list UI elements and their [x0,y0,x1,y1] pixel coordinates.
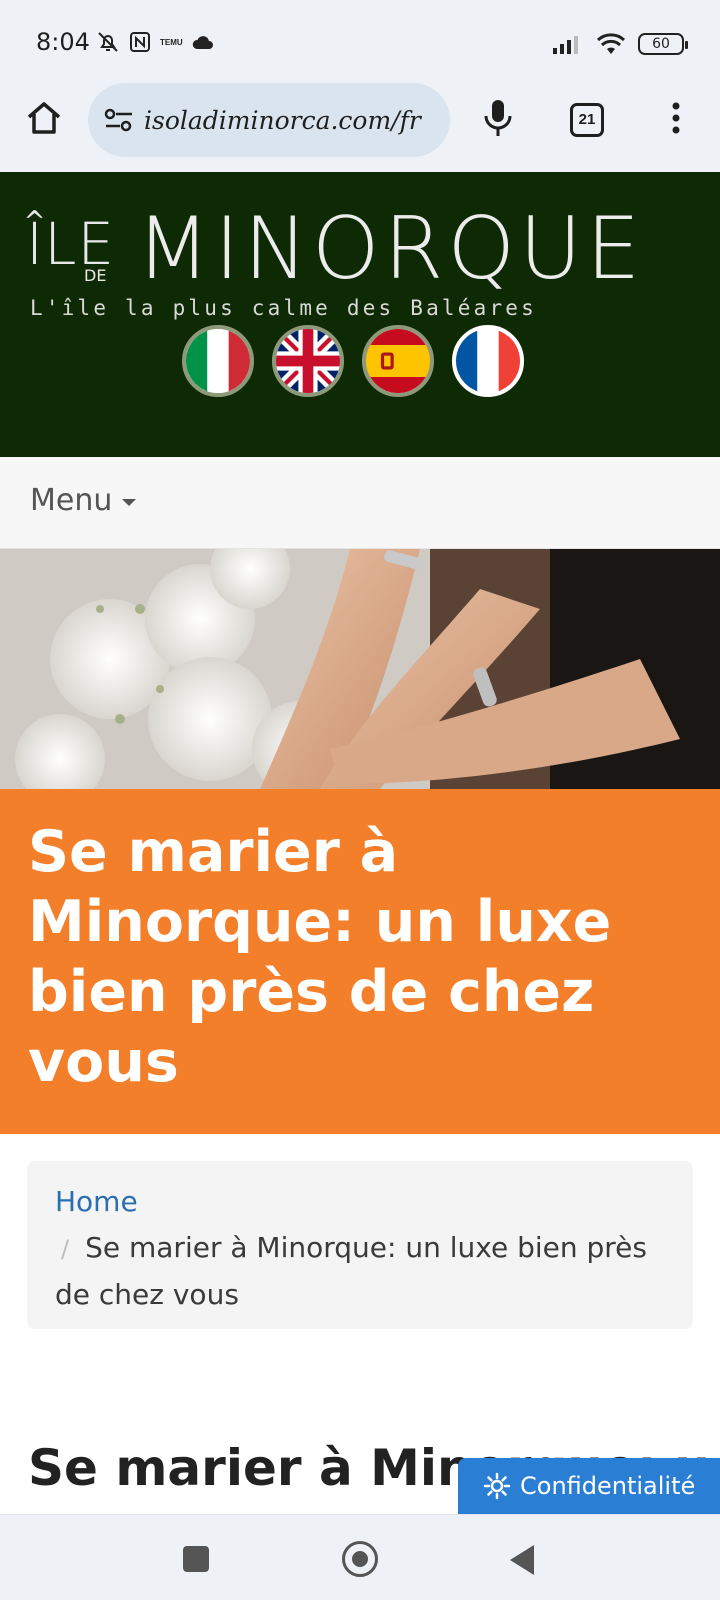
status-bar: 8:04 TEMU 60 [0,0,720,80]
breadcrumb-current: Se marier à Minorque: un luxe bien près … [55,1231,647,1311]
system-nav-bar [0,1514,720,1600]
nfc-icon [130,32,150,52]
menu-label: Menu [30,483,113,518]
gear-icon [483,1472,511,1500]
status-time: 8:04 [36,28,90,56]
recents-icon[interactable] [183,1546,209,1572]
status-icons-left: TEMU [96,28,215,56]
site-logo[interactable]: ÎLE DE MINORQUE [26,204,698,304]
cloud-icon [192,36,213,49]
url-text[interactable]: isoladiminorca.com/fr [144,106,421,135]
hero-image [0,549,720,789]
back-icon[interactable] [510,1545,534,1575]
logo-main-text: MINORQUE [136,199,645,299]
site-tagline: L'île la plus calme des Baléares [30,296,537,320]
breadcrumb: Home / Se marier à Minorque: un luxe bien… [27,1161,693,1329]
status-icons-right: 60 [552,30,688,58]
home-icon[interactable] [24,98,64,138]
privacy-label: Confidentialité [520,1472,696,1500]
site-settings-icon[interactable] [104,107,134,133]
spanish-flag-icon[interactable] [362,325,434,397]
tab-switcher-button[interactable]: 21 [570,103,604,137]
browser-toolbar: isoladiminorca.com/fr 21 [0,80,720,172]
nav-menu-bar: Menu [0,457,720,549]
temu-notification-icon: TEMU [160,37,183,47]
microphone-icon[interactable] [480,96,516,140]
logo-de-text: DE [84,266,107,285]
site-header: ÎLE DE MINORQUE L'île la plus calme des … [0,172,720,457]
battery-icon: 60 [638,33,688,55]
uk-flag-icon[interactable] [272,325,344,397]
mute-bell-icon [98,32,118,52]
french-flag-icon[interactable] [452,325,524,397]
breadcrumb-home-link[interactable]: Home [55,1179,665,1225]
italian-flag-icon[interactable] [182,325,254,397]
privacy-settings-button[interactable]: Confidentialité [458,1458,720,1514]
signal-icon [553,36,578,54]
home-circle-icon[interactable] [342,1541,378,1577]
wifi-icon [596,33,626,54]
language-switcher [182,325,524,397]
more-options-icon[interactable] [664,98,688,138]
address-bar[interactable]: isoladiminorca.com/fr [88,83,450,157]
breadcrumb-separator: / [61,1235,70,1263]
menu-toggle-button[interactable]: Menu [30,483,137,518]
caret-down-icon [122,499,137,506]
page-title: Se marier à Minorque: un luxe bien près … [28,819,612,1095]
page-title-band: Se marier à Minorque: un luxe bien près … [0,789,720,1134]
